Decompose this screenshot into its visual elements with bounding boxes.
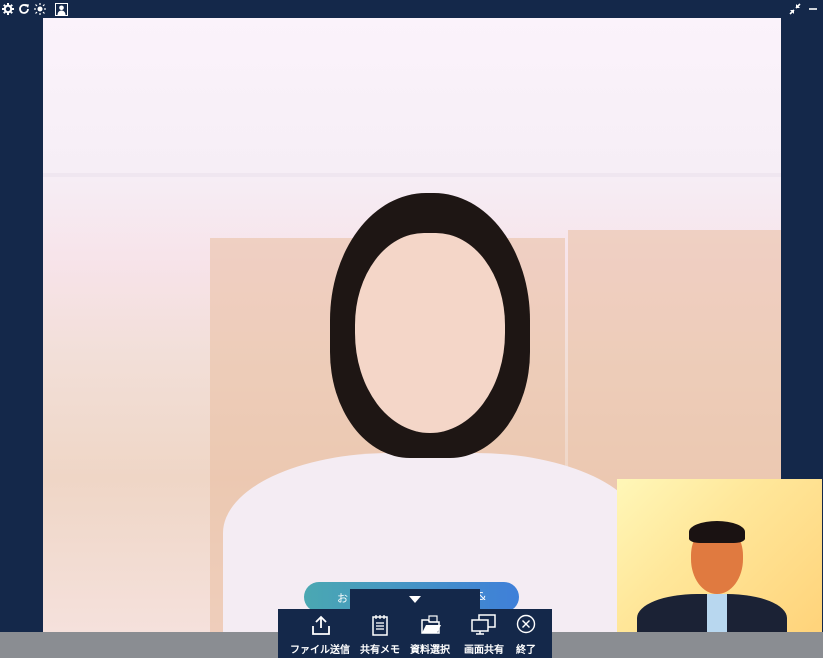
refresh-icon[interactable] <box>17 2 31 16</box>
minimize-arrows-icon[interactable] <box>788 2 802 16</box>
call-toolbar: ファイル送信 共有メモ 資料選択 画面共有 終了 <box>278 609 552 658</box>
pill-left-text: お <box>337 592 348 605</box>
screen-share-label: 画面共有 <box>464 645 504 656</box>
material-select-button[interactable]: 資料選択 <box>406 609 454 658</box>
end-call-button[interactable]: 終了 <box>510 609 542 658</box>
upload-icon <box>312 615 330 635</box>
self-shirt <box>707 594 727 633</box>
remote-participant <box>223 193 643 632</box>
folder-icon <box>421 615 441 634</box>
material-select-label: 資料選択 <box>410 645 450 656</box>
screen-share-button[interactable]: 画面共有 <box>460 609 508 658</box>
top-bar <box>0 0 823 18</box>
person-icon[interactable] <box>54 2 68 16</box>
shared-memo-label: 共有メモ <box>360 645 400 656</box>
close-circle-icon <box>516 614 536 634</box>
triangle-down-icon <box>409 596 421 603</box>
self-view-video[interactable] <box>617 479 822 633</box>
brightness-icon[interactable] <box>33 2 47 16</box>
ceiling-edge <box>43 173 781 177</box>
minimize-icon[interactable] <box>806 2 820 16</box>
file-send-label: ファイル送信 <box>290 645 350 656</box>
toolbar-collapse-toggle[interactable] <box>350 589 480 611</box>
file-send-button[interactable]: ファイル送信 <box>284 609 356 658</box>
gear-icon[interactable] <box>1 2 15 16</box>
end-call-label: 終了 <box>516 645 536 656</box>
screen-share-icon <box>471 614 496 635</box>
shared-memo-button[interactable]: 共有メモ <box>356 609 404 658</box>
notepad-icon <box>372 615 388 636</box>
self-hair <box>689 521 745 543</box>
